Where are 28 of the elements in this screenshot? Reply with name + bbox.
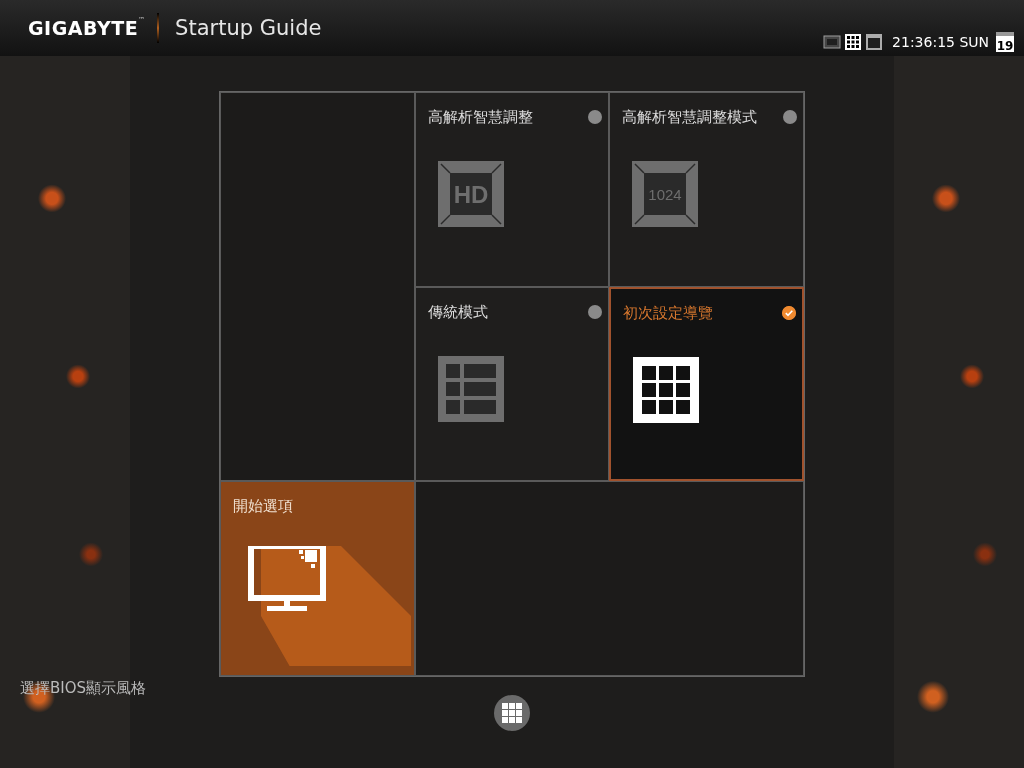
clock: 21:36:15 SUN bbox=[892, 34, 989, 50]
brand-logo: GIGABYTE bbox=[28, 17, 139, 39]
app-title: Startup Guide bbox=[175, 16, 322, 40]
radio-dot bbox=[588, 110, 603, 124]
radio-dot bbox=[588, 304, 603, 319]
check-icon bbox=[782, 305, 796, 320]
tile-title: 高解析智慧調整 bbox=[427, 108, 533, 127]
tile-title: 高解析智慧調整模式 bbox=[622, 108, 758, 127]
tile-title: 開始選項 bbox=[233, 497, 293, 517]
hd-mode-icon[interactable] bbox=[823, 33, 842, 51]
grid-mode-icon[interactable] bbox=[844, 33, 863, 51]
grid-icon bbox=[633, 356, 700, 423]
tile-title: 初次設定導覽 bbox=[623, 303, 714, 323]
calendar-icon: 19 bbox=[996, 32, 1014, 52]
mode-tile[interactable]: 高解析智慧調整 HD bbox=[414, 92, 610, 287]
mode-tile[interactable]: 初次設定導覽 bbox=[609, 286, 804, 482]
resolution-icon: 1024 bbox=[632, 161, 699, 227]
radio-dot bbox=[783, 110, 797, 124]
mode-tile[interactable]: 高解析智慧調整模式 1024 bbox=[609, 92, 804, 287]
window-mode-icon[interactable] bbox=[865, 33, 884, 51]
tile-title: 傳統模式 bbox=[427, 302, 488, 322]
hint-text: 選擇BIOS顯示風格 bbox=[20, 679, 147, 698]
table-icon bbox=[437, 355, 504, 422]
grid-icon bbox=[502, 703, 522, 723]
mode-tile[interactable]: 傳統模式 bbox=[414, 286, 610, 482]
hd-icon: HD bbox=[437, 161, 504, 227]
start-tile[interactable]: 開始選項 bbox=[220, 481, 415, 676]
grid-menu-button[interactable] bbox=[494, 695, 530, 731]
